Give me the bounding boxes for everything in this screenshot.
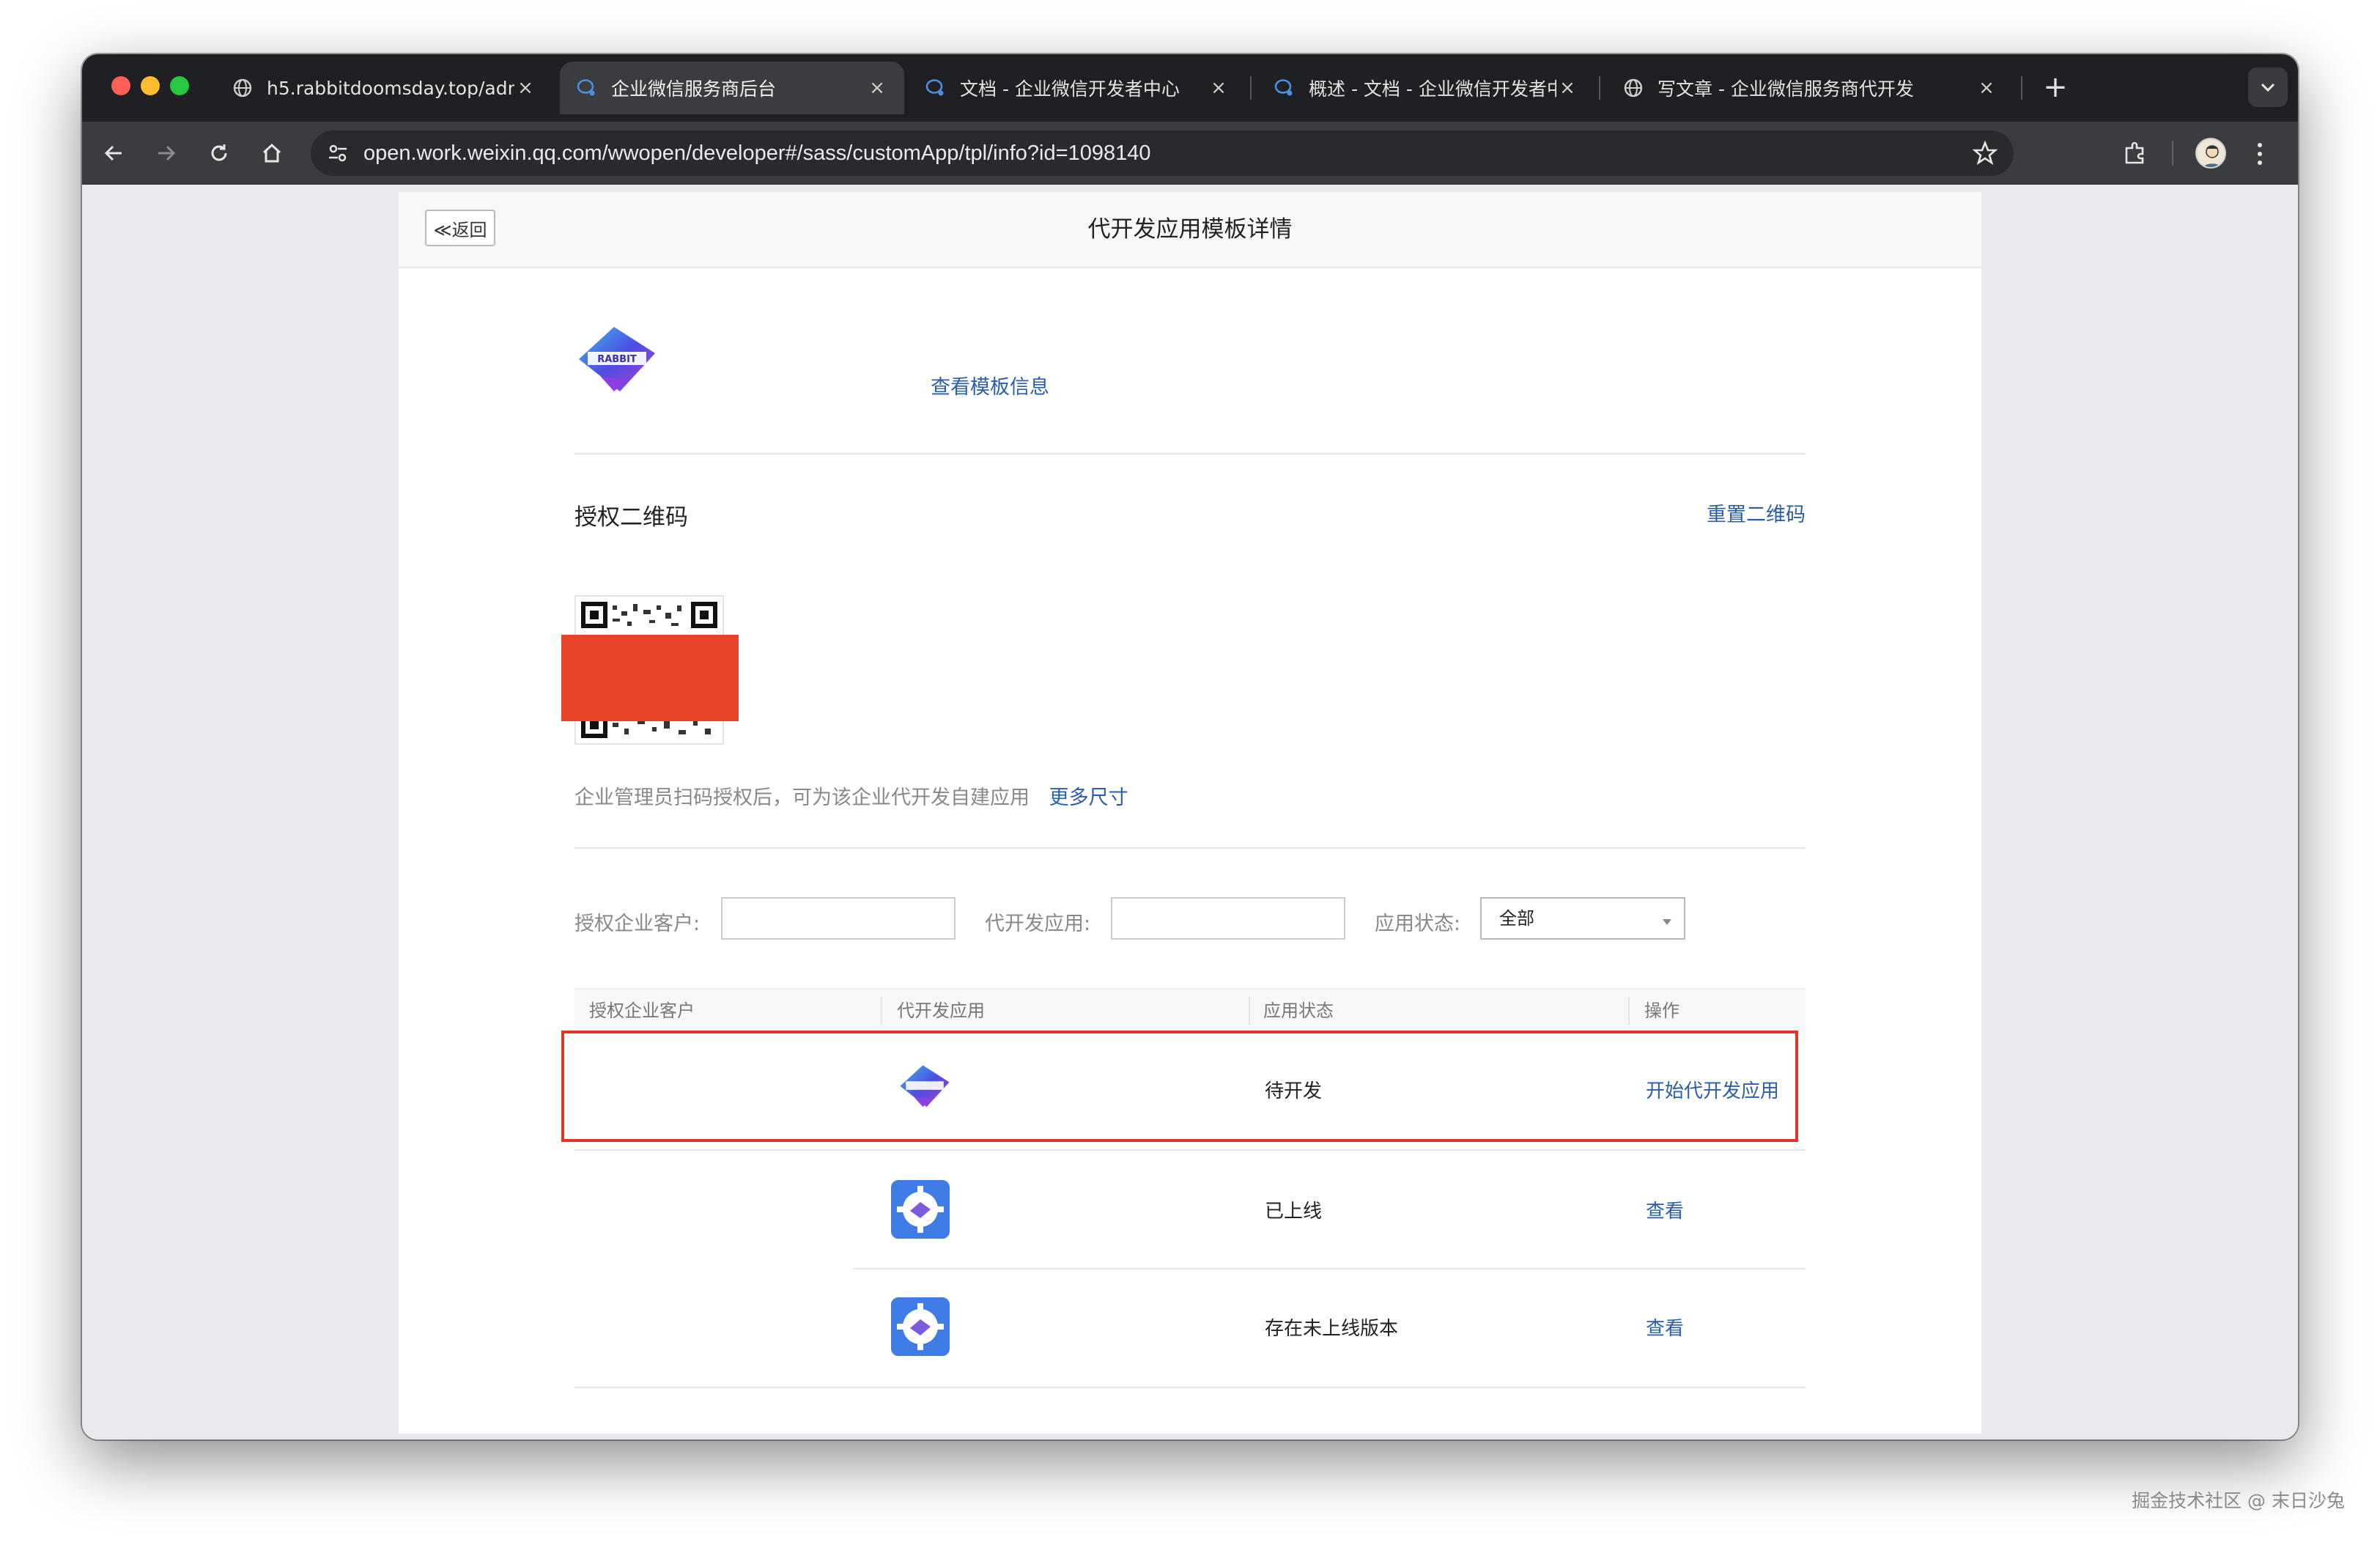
reset-qr-link[interactable]: 重置二维码: [1707, 498, 1806, 527]
column-header-customer: 授权企业客户: [589, 1000, 695, 1021]
tab-rabbitdoomsday[interactable]: h5.rabbitdoomsday.top/admin ×: [215, 62, 552, 114]
status-filter-select[interactable]: 全部: [1480, 897, 1685, 940]
wecom-icon: [576, 77, 598, 99]
dropdown-arrow-icon: [1662, 915, 1672, 929]
row-status: 已上线: [1265, 1201, 1323, 1223]
column-header-app: 代开发应用: [897, 1000, 985, 1021]
globe-icon: [232, 77, 254, 99]
column-separator: [881, 997, 882, 1025]
tab-close-icon[interactable]: ×: [1556, 77, 1578, 99]
table-header: 授权企业客户 代开发应用 应用状态 操作: [574, 988, 1806, 1032]
more-sizes-link[interactable]: 更多尺寸: [1049, 786, 1128, 809]
close-window-button[interactable]: [111, 76, 130, 95]
column-separator: [1249, 997, 1250, 1025]
toolbar-divider: [2172, 141, 2173, 166]
qr-section-title: 授权二维码: [574, 504, 688, 531]
profile-icon: [2203, 145, 2221, 167]
address-bar[interactable]: open.work.weixin.qq.com/wwopen/developer…: [311, 130, 2014, 176]
avatar[interactable]: [2195, 138, 2226, 169]
app-filter-input[interactable]: [1111, 897, 1345, 940]
arrow-right-icon: [158, 145, 176, 161]
column-header-status: 应用状态: [1263, 1000, 1334, 1021]
view-link[interactable]: 查看: [1646, 1196, 1684, 1223]
tab-strip: h5.rabbitdoomsday.top/admin × 企业微信服务商后台 …: [82, 54, 2298, 122]
tab-separator: [1599, 76, 1600, 100]
home-icon: [262, 143, 281, 163]
url-text: open.work.weixin.qq.com/wwopen/developer…: [363, 141, 1151, 165]
tab-search-button[interactable]: [2248, 67, 2288, 107]
reload-button[interactable]: [202, 136, 236, 170]
watermark: 掘金技术社区 @ 末日沙兔: [2132, 1490, 2345, 1511]
back-button[interactable]: [97, 136, 130, 170]
home-button[interactable]: [255, 136, 289, 170]
new-tab-button[interactable]: +: [2037, 69, 2074, 106]
customer-filter-label: 授权企业客户:: [574, 913, 701, 935]
content-panel: ≪返回 代开发应用模板详情 RABBIT 查看模板信息 授权二维码 重置二维码 …: [399, 192, 1981, 1434]
page-viewport: ≪返回 代开发应用模板详情 RABBIT 查看模板信息 授权二维码 重置二维码 …: [82, 185, 2298, 1440]
bookmark-star-icon[interactable]: [1972, 140, 1998, 169]
column-header-action: 操作: [1644, 1000, 1679, 1021]
maximize-window-button[interactable]: [170, 76, 189, 95]
tab-close-icon[interactable]: ×: [1976, 77, 1998, 99]
browser-window: h5.rabbitdoomsday.top/admin × 企业微信服务商后台 …: [82, 54, 2298, 1440]
browser-toolbar: open.work.weixin.qq.com/wwopen/developer…: [82, 122, 2298, 185]
tab-close-icon[interactable]: ×: [514, 77, 536, 99]
row-status: 存在未上线版本: [1265, 1318, 1399, 1340]
tab-title: 文档 - 企业微信开发者中心: [960, 78, 1180, 100]
qr-hint-row: 企业管理员扫码授权后，可为该企业代开发自建应用 更多尺寸: [574, 781, 1128, 810]
site-settings-icon[interactable]: [327, 142, 349, 167]
reload-icon: [211, 144, 227, 161]
status-filter-selected: 全部: [1499, 908, 1534, 929]
tab-title: 写文章 - 企业微信服务商代开发: [1658, 78, 1914, 100]
logo-text: RABBIT: [597, 354, 637, 365]
tab-title: 概述 - 文档 - 企业微信开发者中心: [1309, 78, 1556, 100]
chevron-down-icon: [2261, 83, 2275, 92]
table-row: 已上线 查看: [574, 1151, 1806, 1268]
view-template-info-link[interactable]: 查看模板信息: [931, 371, 1049, 399]
tab-overview-docs[interactable]: 概述 - 文档 - 企业微信开发者中心 ×: [1257, 62, 1594, 114]
status-filter-label: 应用状态:: [1375, 913, 1461, 935]
tab-title: 企业微信服务商后台: [611, 78, 777, 100]
panel-header: ≪返回 代开发应用模板详情: [399, 192, 1981, 268]
more-menu-icon[interactable]: [2255, 141, 2264, 170]
globe-icon: [1622, 77, 1644, 99]
tab-title: h5.rabbitdoomsday.top/admin: [267, 77, 514, 99]
tab-wecom-admin[interactable]: 企业微信服务商后台 ×: [560, 62, 904, 114]
wecom-icon: [1274, 77, 1296, 99]
qr-hint-text: 企业管理员扫码授权后，可为该企业代开发自建应用: [574, 786, 1030, 809]
minimize-window-button[interactable]: [141, 76, 160, 95]
app-filter-label: 代开发应用:: [985, 913, 1091, 935]
table-row: 存在未上线版本 查看: [574, 1269, 1806, 1387]
wecom-icon: [925, 77, 947, 99]
tab-separator: [1250, 76, 1252, 100]
table-bottom-border: [574, 1387, 1806, 1388]
template-logo: RABBIT: [572, 324, 662, 400]
divider: [574, 847, 1806, 849]
tab-close-icon[interactable]: ×: [1208, 77, 1230, 99]
tab-close-icon[interactable]: ×: [866, 77, 888, 99]
extensions-icon[interactable]: [2121, 139, 2148, 170]
column-separator: [1628, 997, 1630, 1025]
customer-filter-input[interactable]: [721, 897, 956, 940]
app-gear-icon: [891, 1297, 950, 1359]
tab-separator: [2021, 76, 2022, 100]
forward-button[interactable]: [149, 136, 183, 170]
redaction-block: [561, 635, 739, 721]
app-gear-icon: [891, 1180, 950, 1242]
tab-write-article[interactable]: 写文章 - 企业微信服务商代开发 ×: [1606, 62, 2014, 114]
arrow-left-icon: [104, 145, 122, 161]
highlight-box: [561, 1031, 1798, 1142]
view-link[interactable]: 查看: [1646, 1313, 1684, 1341]
divider: [574, 453, 1806, 454]
page-title: 代开发应用模板详情: [1087, 216, 1293, 243]
tab-docs[interactable]: 文档 - 企业微信开发者中心 ×: [909, 62, 1246, 114]
